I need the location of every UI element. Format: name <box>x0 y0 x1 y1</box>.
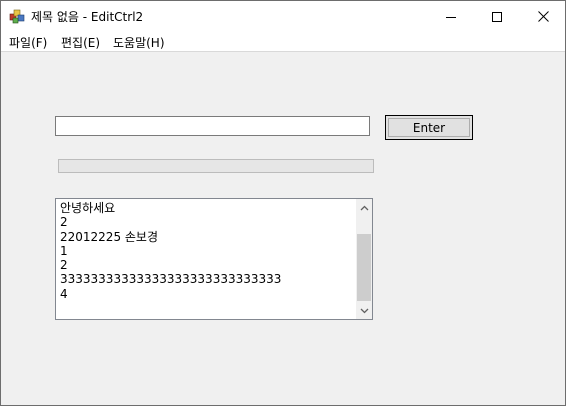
minimize-button[interactable] <box>428 1 474 32</box>
output-listbox[interactable]: 안녕하세요 2 22012225 손보경 1 2 333333333333333… <box>55 198 373 320</box>
scroll-up-button[interactable] <box>356 199 372 216</box>
app-window: 제목 없음 - EditCtrl2 파일(F) 편집(E) 도움말(H) Ent <box>0 0 566 406</box>
listbox-content: 안녕하세요 2 22012225 손보경 1 2 333333333333333… <box>60 201 356 301</box>
chevron-down-icon <box>360 308 368 313</box>
title-bar[interactable]: 제목 없음 - EditCtrl2 <box>1 1 565 32</box>
maximize-button[interactable] <box>474 1 520 32</box>
minimize-icon <box>446 16 456 18</box>
menu-edit[interactable]: 편집(E) <box>61 34 100 51</box>
list-item: 1 <box>60 243 68 258</box>
close-button[interactable] <box>520 1 566 32</box>
menu-file[interactable]: 파일(F) <box>9 34 47 51</box>
scroll-down-button[interactable] <box>356 302 372 319</box>
window-title: 제목 없음 - EditCtrl2 <box>31 10 144 24</box>
list-item: 2 <box>60 215 68 230</box>
list-item: 33333333333333333333333333333 <box>60 272 282 287</box>
list-item: 안녕하세요 <box>60 201 116 215</box>
list-item: 4 <box>60 286 68 301</box>
list-item: 2 <box>60 258 68 273</box>
close-icon <box>537 11 549 22</box>
focus-ring <box>388 118 470 137</box>
progress-bar <box>58 159 374 173</box>
enter-button[interactable]: Enter <box>385 115 473 140</box>
app-icon[interactable] <box>9 8 25 24</box>
menu-help[interactable]: 도움말(H) <box>113 34 165 51</box>
vertical-scrollbar[interactable] <box>356 199 372 319</box>
client-area: Enter 안녕하세요 2 22012225 손보경 1 2 333333333… <box>1 52 565 405</box>
scroll-thumb[interactable] <box>357 234 371 301</box>
chevron-up-icon <box>360 205 368 210</box>
menu-bar: 파일(F) 편집(E) 도움말(H) <box>1 32 565 52</box>
maximize-icon <box>492 11 502 22</box>
list-item: 22012225 손보경 <box>60 229 159 244</box>
text-input[interactable] <box>55 116 370 136</box>
